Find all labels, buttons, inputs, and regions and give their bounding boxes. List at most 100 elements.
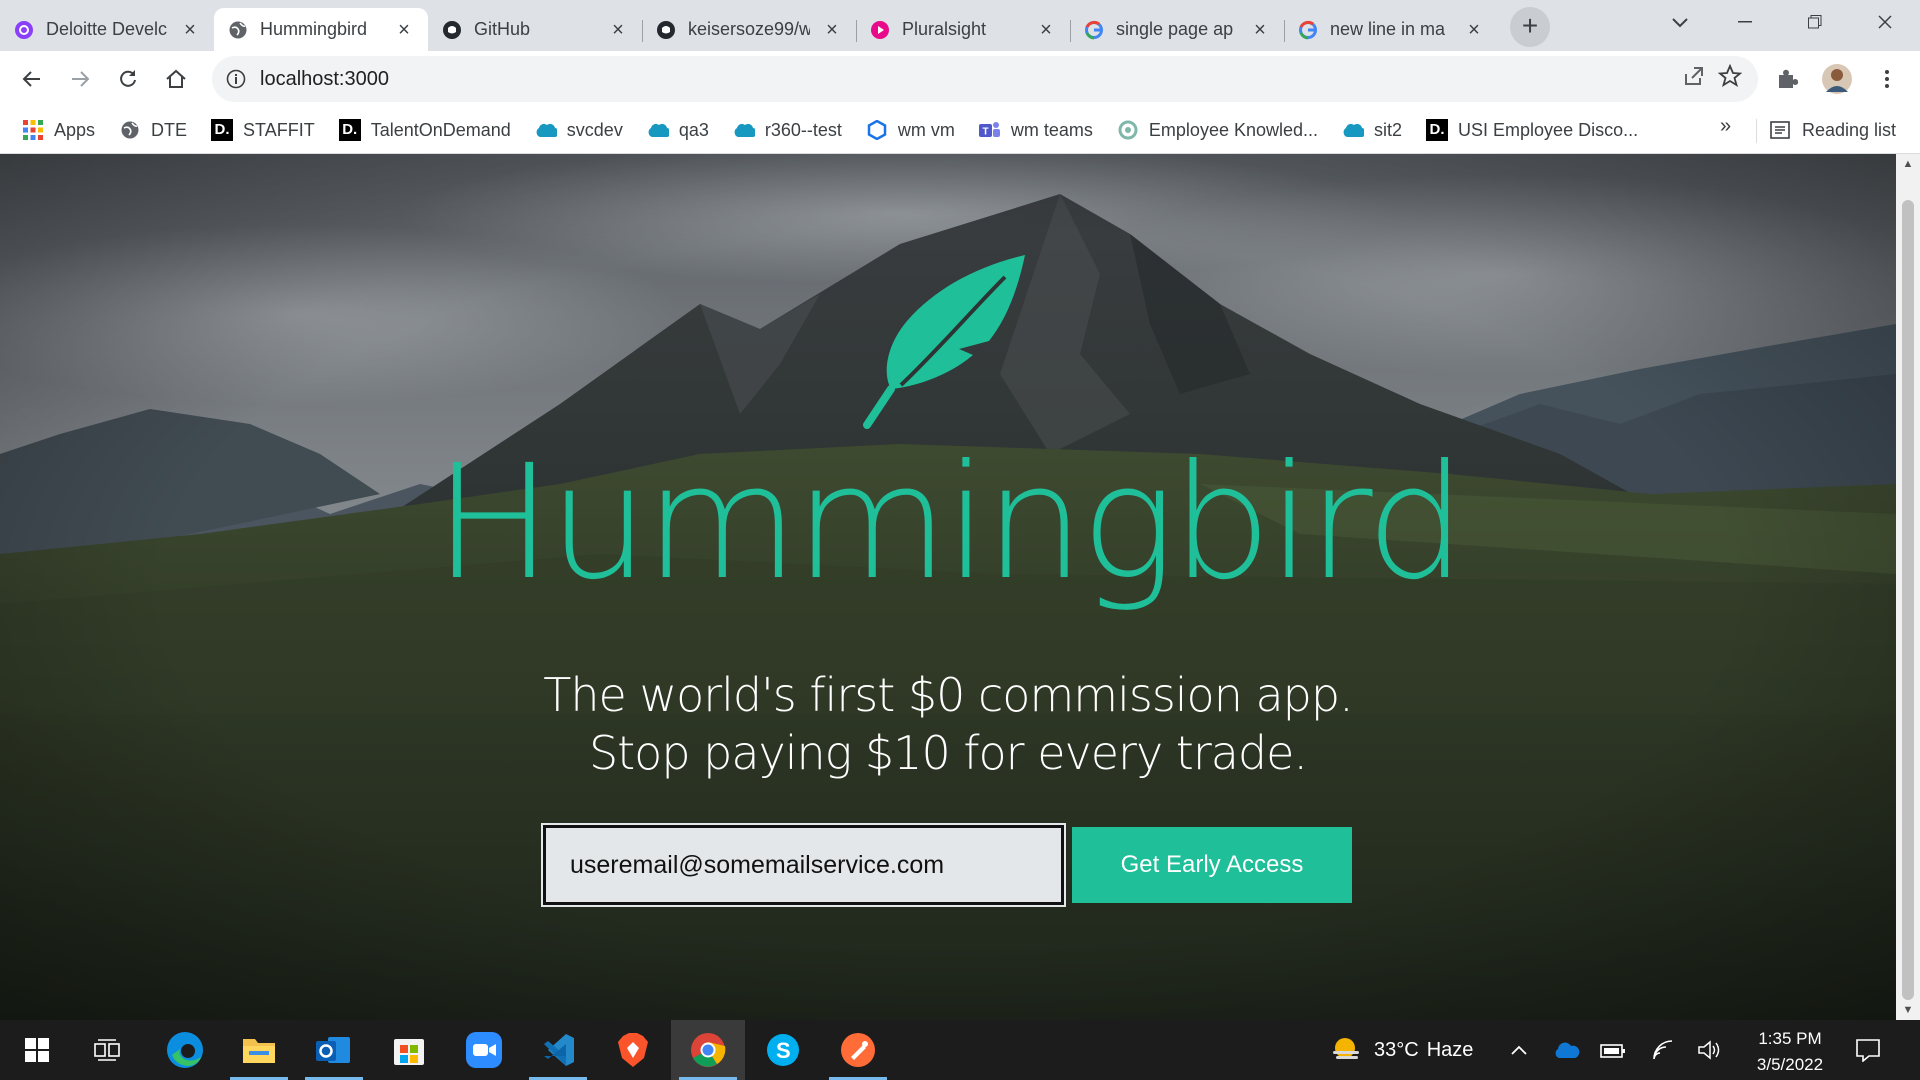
salesforce-cloud-icon — [647, 119, 669, 141]
bookmark-apps[interactable]: Apps — [20, 113, 107, 147]
close-icon[interactable]: × — [608, 20, 628, 40]
tab-title: single page ap — [1116, 19, 1234, 39]
microsoft-store-icon[interactable] — [372, 1020, 446, 1080]
bookmark-star-icon[interactable] — [1718, 64, 1742, 88]
bookmarks-bar: Apps DTE D. STAFFIT D. TalentOnDemand sv… — [0, 107, 1920, 154]
tab-search-chevron-icon[interactable] — [1660, 8, 1700, 38]
bookmark-label: STAFFIT — [243, 119, 315, 140]
bookmark-employee-knowledge[interactable]: Employee Knowled... — [1115, 113, 1330, 147]
skype-icon[interactable]: S — [746, 1020, 820, 1080]
scroll-up-arrow-icon[interactable]: ▲ — [1896, 154, 1920, 174]
haze-sun-icon — [1333, 1038, 1359, 1059]
tab-google-search-2[interactable]: new line in ma × — [1284, 8, 1498, 51]
outlook-icon[interactable] — [297, 1020, 371, 1080]
tagline-line-2: Stop paying $10 for every trade. — [588, 726, 1308, 780]
bookmark-label: DTE — [151, 119, 188, 140]
postman-icon[interactable] — [821, 1020, 895, 1080]
bookmarks-overflow-button[interactable]: » — [1720, 115, 1731, 138]
info-icon[interactable] — [226, 69, 246, 89]
volume-icon[interactable] — [1697, 1020, 1721, 1080]
edge-icon[interactable] — [148, 1020, 222, 1080]
reading-list-button[interactable]: Reading list — [1770, 113, 1896, 147]
close-icon[interactable]: × — [1250, 20, 1270, 40]
bookmark-dte[interactable]: DTE — [117, 113, 199, 147]
tagline-line-1: The world's first $0 commission app. — [543, 668, 1353, 722]
forward-button[interactable] — [56, 55, 104, 103]
bookmark-r360-test[interactable]: r360--test — [731, 113, 854, 147]
page-scrollbar[interactable]: ▲ ▼ — [1896, 154, 1920, 1020]
onedrive-icon[interactable] — [1553, 1020, 1581, 1080]
reading-list-icon — [1770, 121, 1790, 139]
back-button[interactable] — [8, 55, 56, 103]
pluralsight-icon — [870, 20, 890, 40]
bookmark-usi-employee-discount[interactable]: D. USI Employee Disco... — [1424, 113, 1650, 147]
bookmark-qa3[interactable]: qa3 — [645, 113, 721, 147]
task-view-icon[interactable] — [70, 1020, 144, 1080]
bookmark-label: wm teams — [1010, 119, 1093, 140]
minimize-button[interactable] — [1710, 0, 1780, 44]
bookmark-label: wm vm — [897, 119, 955, 140]
tab-deloitte[interactable]: Deloitte Develc × — [0, 8, 214, 51]
profile-button[interactable] — [1814, 55, 1860, 103]
github-icon — [656, 20, 676, 40]
file-explorer-icon[interactable] — [222, 1020, 296, 1080]
zoom-icon[interactable] — [447, 1020, 521, 1080]
back-arrow-icon — [22, 71, 40, 87]
close-icon[interactable]: × — [1036, 20, 1056, 40]
scroll-down-arrow-icon[interactable]: ▼ — [1896, 1000, 1920, 1020]
chrome-icon[interactable] — [671, 1020, 745, 1080]
show-hidden-icons-chevron-icon[interactable] — [1510, 1020, 1528, 1080]
notification-center-icon[interactable] — [1855, 1020, 1881, 1080]
scroll-thumb[interactable] — [1902, 200, 1914, 1000]
avatar — [1822, 64, 1852, 94]
bookmark-talentondemand[interactable]: D. TalentOnDemand — [337, 113, 523, 147]
bookmark-label: svcdev — [566, 119, 623, 140]
restore-button[interactable] — [1780, 0, 1850, 44]
clock-date: 3/5/2022 — [1756, 1055, 1824, 1074]
tab-pluralsight[interactable]: Pluralsight × — [856, 8, 1070, 51]
home-button[interactable] — [152, 55, 200, 103]
close-icon[interactable]: × — [180, 20, 200, 40]
tagline: The world's first $0 commission app. Sto… — [0, 666, 1896, 782]
globe-icon — [228, 20, 248, 40]
forward-arrow-icon — [72, 71, 90, 87]
menu-button[interactable] — [1864, 55, 1910, 103]
bookmark-svcdev[interactable]: svcdev — [533, 113, 635, 147]
close-icon[interactable]: × — [394, 20, 414, 40]
bookmark-label: Employee Knowled... — [1148, 119, 1319, 140]
bookmark-label: Apps — [54, 119, 96, 140]
wifi-icon[interactable] — [1652, 1020, 1674, 1080]
url-text[interactable]: localhost:3000 — [260, 68, 389, 91]
close-window-button[interactable] — [1850, 0, 1920, 44]
get-early-access-button[interactable]: Get Early Access — [1072, 827, 1352, 903]
tab-google-search-1[interactable]: single page ap × — [1070, 8, 1284, 51]
feather-logo-icon — [863, 255, 1025, 429]
vscode-icon[interactable] — [521, 1020, 595, 1080]
signup-form: Get Early Access — [541, 823, 1352, 907]
tab-github-repo[interactable]: keisersoze99/w × — [642, 8, 856, 51]
reload-button[interactable] — [104, 55, 152, 103]
bookmark-label: USI Employee Disco... — [1458, 119, 1639, 140]
hexagon-icon — [866, 119, 888, 141]
bookmark-staffit[interactable]: D. STAFFIT — [209, 113, 327, 147]
system-clock[interactable]: 1:35 PM 3/5/2022 — [1740, 1026, 1840, 1078]
bookmark-sit2[interactable]: sit2 — [1340, 113, 1414, 147]
weather-widget[interactable]: 33°C Haze — [1330, 1020, 1473, 1080]
share-icon[interactable] — [1682, 64, 1706, 88]
email-input[interactable] — [541, 823, 1066, 907]
windows-start-icon[interactable] — [0, 1020, 74, 1080]
deloitte-circle-icon — [14, 20, 34, 40]
tab-title: new line in ma — [1330, 19, 1446, 39]
new-tab-button[interactable]: + — [1510, 7, 1550, 47]
extensions-button[interactable] — [1764, 55, 1810, 103]
tab-strip: Deloitte Develc × Hummingbird × GitHub ×… — [0, 0, 1920, 51]
close-icon[interactable]: × — [822, 20, 842, 40]
tab-hummingbird[interactable]: Hummingbird × — [214, 8, 428, 51]
battery-icon[interactable] — [1600, 1020, 1626, 1080]
bookmark-wm-vm[interactable]: wm vm — [864, 113, 967, 147]
address-bar[interactable]: localhost:3000 — [212, 56, 1758, 102]
close-icon[interactable]: × — [1464, 20, 1484, 40]
bookmark-wm-teams[interactable]: T wm teams — [977, 113, 1105, 147]
brave-icon[interactable] — [596, 1020, 670, 1080]
tab-github[interactable]: GitHub × — [428, 8, 642, 51]
